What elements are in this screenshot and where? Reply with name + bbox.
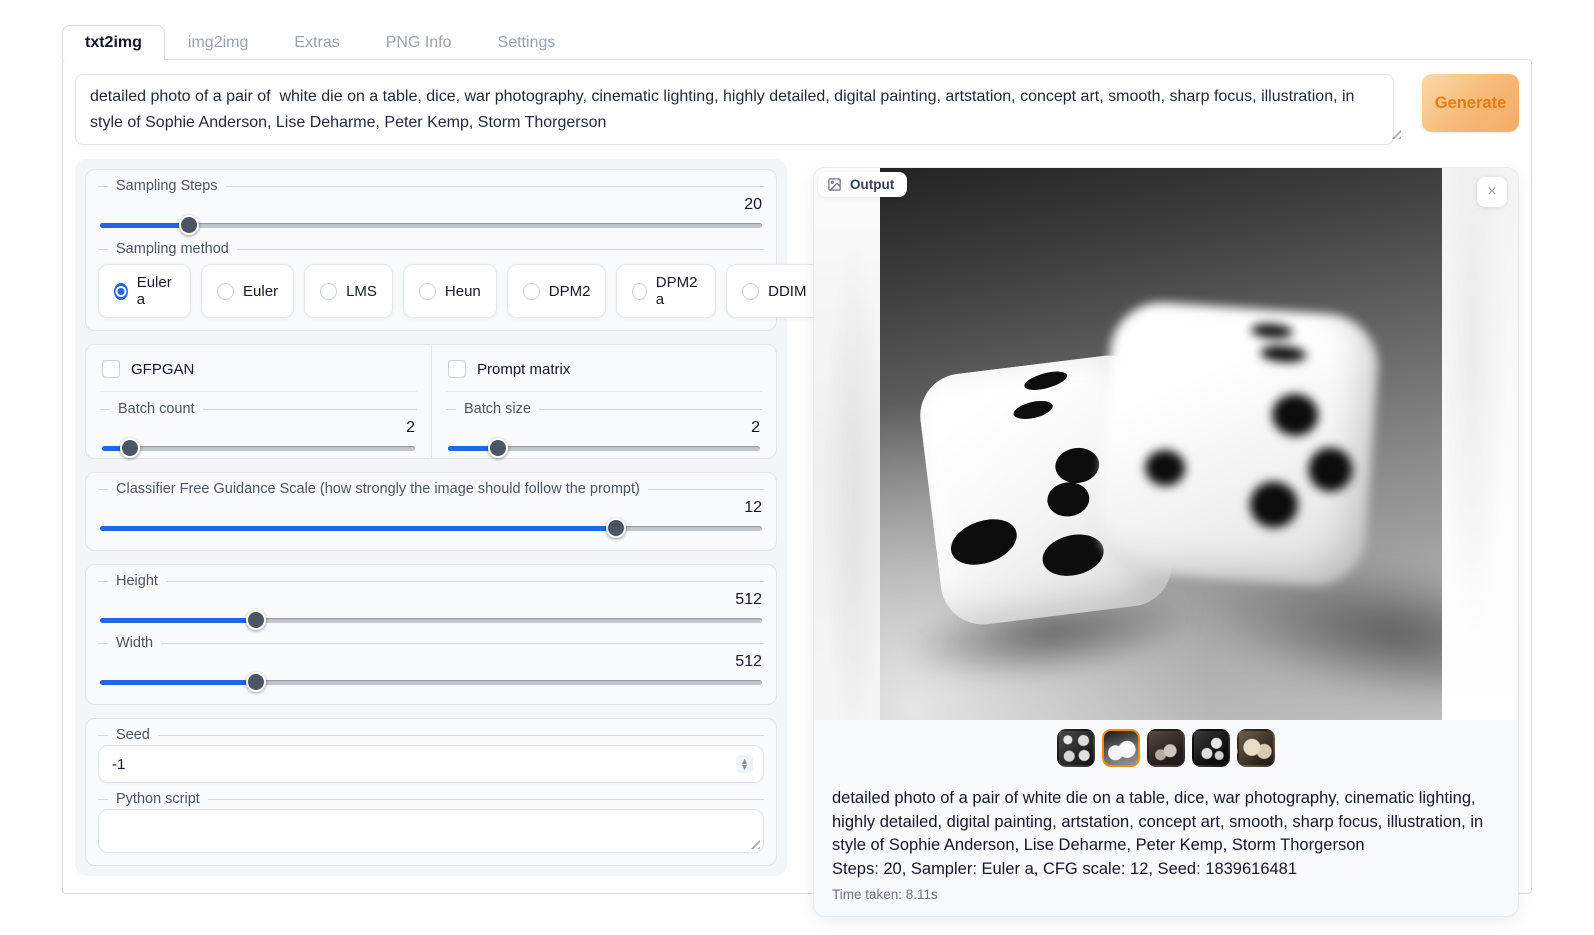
generated-image-area xyxy=(814,168,1518,720)
number-stepper-icon[interactable]: ▲▼ xyxy=(736,755,753,773)
settings-panel: Sampling Steps 20 Sampling method Euler … xyxy=(75,159,787,876)
image-blur-fill-right xyxy=(1442,168,1518,720)
time-taken: Time taken: 8.11s xyxy=(832,885,1500,904)
sampling-steps-slider[interactable] xyxy=(100,215,762,235)
cfg-scale-slider[interactable] xyxy=(100,518,762,538)
prompt-input[interactable]: detailed photo of a pair of white die on… xyxy=(75,74,1394,145)
radio-ddim[interactable]: DDIM xyxy=(726,264,822,318)
width-label: Width xyxy=(98,635,764,651)
radio-dpm2[interactable]: DPM2 xyxy=(507,264,607,318)
slider-thumb[interactable] xyxy=(606,518,626,538)
gfpgan-checkbox[interactable] xyxy=(102,360,120,378)
cfg-scale-value: 12 xyxy=(98,499,762,517)
radio-euler[interactable]: Euler xyxy=(201,264,294,318)
seed-script-group: Seed -1 ▲▼ Python script xyxy=(85,718,777,866)
tab-settings[interactable]: Settings xyxy=(475,25,579,60)
slider-thumb[interactable] xyxy=(179,215,199,235)
sampling-method-radios: Euler a Euler LMS Heun DPM2 DPM2 a DDIM … xyxy=(98,264,764,318)
gfpgan-label: GFPGAN xyxy=(131,361,194,378)
batch-group: GFPGAN Batch count 2 Prompt matrix xyxy=(85,344,777,459)
radio-icon xyxy=(742,283,759,300)
python-script-label: Python script xyxy=(98,791,764,807)
batch-count-value: 2 xyxy=(100,419,415,437)
tab-extras[interactable]: Extras xyxy=(271,25,362,60)
size-group: Height 512 Width 512 xyxy=(85,564,777,705)
width-value: 512 xyxy=(98,653,762,671)
generate-button[interactable]: Generate xyxy=(1422,74,1519,132)
radio-lms[interactable]: LMS xyxy=(304,264,393,318)
prompt-matrix-label: Prompt matrix xyxy=(477,361,570,378)
radio-icon xyxy=(217,283,234,300)
gallery-thumbnails xyxy=(814,720,1518,771)
prompt-matrix-checkbox[interactable] xyxy=(448,360,466,378)
tab-png-info[interactable]: PNG Info xyxy=(363,25,475,60)
sampling-steps-label: Sampling Steps xyxy=(98,178,764,194)
height-slider[interactable] xyxy=(100,610,762,630)
radio-icon xyxy=(632,283,646,300)
batch-size-value: 2 xyxy=(446,419,760,437)
tab-content-frame: detailed photo of a pair of white die on… xyxy=(62,59,1532,894)
batch-size-label: Batch size xyxy=(446,401,762,417)
sampling-group: Sampling Steps 20 Sampling method Euler … xyxy=(85,169,777,331)
tab-bar: txt2img img2img Extras PNG Info Settings xyxy=(62,24,1594,59)
prompt-matrix-option[interactable]: Prompt matrix xyxy=(446,345,762,392)
python-script-input[interactable] xyxy=(98,809,764,853)
slider-thumb[interactable] xyxy=(246,672,266,692)
caption-params: Steps: 20, Sampler: Euler a, CFG scale: … xyxy=(832,858,1500,882)
seed-value: -1 xyxy=(112,756,125,773)
radio-icon xyxy=(320,283,337,300)
seed-input[interactable]: -1 ▲▼ xyxy=(98,745,764,783)
output-chip: Output xyxy=(818,172,907,197)
gallery-thumbnail[interactable] xyxy=(1192,729,1230,767)
batch-size-slider[interactable] xyxy=(448,438,760,458)
caption-prompt: detailed photo of a pair of white die on… xyxy=(832,787,1500,858)
radio-icon xyxy=(114,283,128,300)
output-chip-label: Output xyxy=(850,177,894,192)
batch-count-label: Batch count xyxy=(100,401,417,417)
cfg-scale-label: Classifier Free Guidance Scale (how stro… xyxy=(98,481,764,497)
radio-heun[interactable]: Heun xyxy=(403,264,497,318)
sampling-method-label: Sampling method xyxy=(98,241,764,257)
width-slider[interactable] xyxy=(100,672,762,692)
height-value: 512 xyxy=(98,591,762,609)
slider-thumb[interactable] xyxy=(120,438,140,458)
radio-dpm2-a[interactable]: DPM2 a xyxy=(616,264,716,318)
gallery-thumbnail[interactable] xyxy=(1237,729,1275,767)
gfpgan-option[interactable]: GFPGAN xyxy=(100,345,417,392)
tab-txt2img[interactable]: txt2img xyxy=(62,25,165,60)
output-panel: Output × xyxy=(813,167,1519,917)
gallery-thumbnail[interactable] xyxy=(1057,729,1095,767)
radio-icon xyxy=(419,283,436,300)
slider-thumb[interactable] xyxy=(246,610,266,630)
right-die-blurred xyxy=(1104,308,1424,708)
close-icon[interactable]: × xyxy=(1477,177,1507,207)
height-label: Height xyxy=(98,573,764,589)
app-root: txt2img img2img Extras PNG Info Settings… xyxy=(0,0,1594,894)
gallery-thumbnail-selected[interactable] xyxy=(1102,729,1140,767)
cfg-group: Classifier Free Guidance Scale (how stro… xyxy=(85,472,777,551)
image-caption: detailed photo of a pair of white die on… xyxy=(814,771,1518,916)
output-column: Output × xyxy=(813,167,1519,917)
sampling-steps-value: 20 xyxy=(98,196,762,214)
image-blur-fill-left xyxy=(814,168,880,720)
slider-thumb[interactable] xyxy=(488,438,508,458)
tab-img2img[interactable]: img2img xyxy=(165,25,271,60)
generated-image[interactable] xyxy=(880,168,1442,720)
image-icon xyxy=(827,177,842,192)
radio-icon xyxy=(523,283,540,300)
gallery-thumbnail[interactable] xyxy=(1147,729,1185,767)
textarea-resize-handle[interactable] xyxy=(747,836,760,849)
batch-count-slider[interactable] xyxy=(102,438,415,458)
seed-label: Seed xyxy=(98,727,764,743)
radio-euler-a[interactable]: Euler a xyxy=(98,264,191,318)
